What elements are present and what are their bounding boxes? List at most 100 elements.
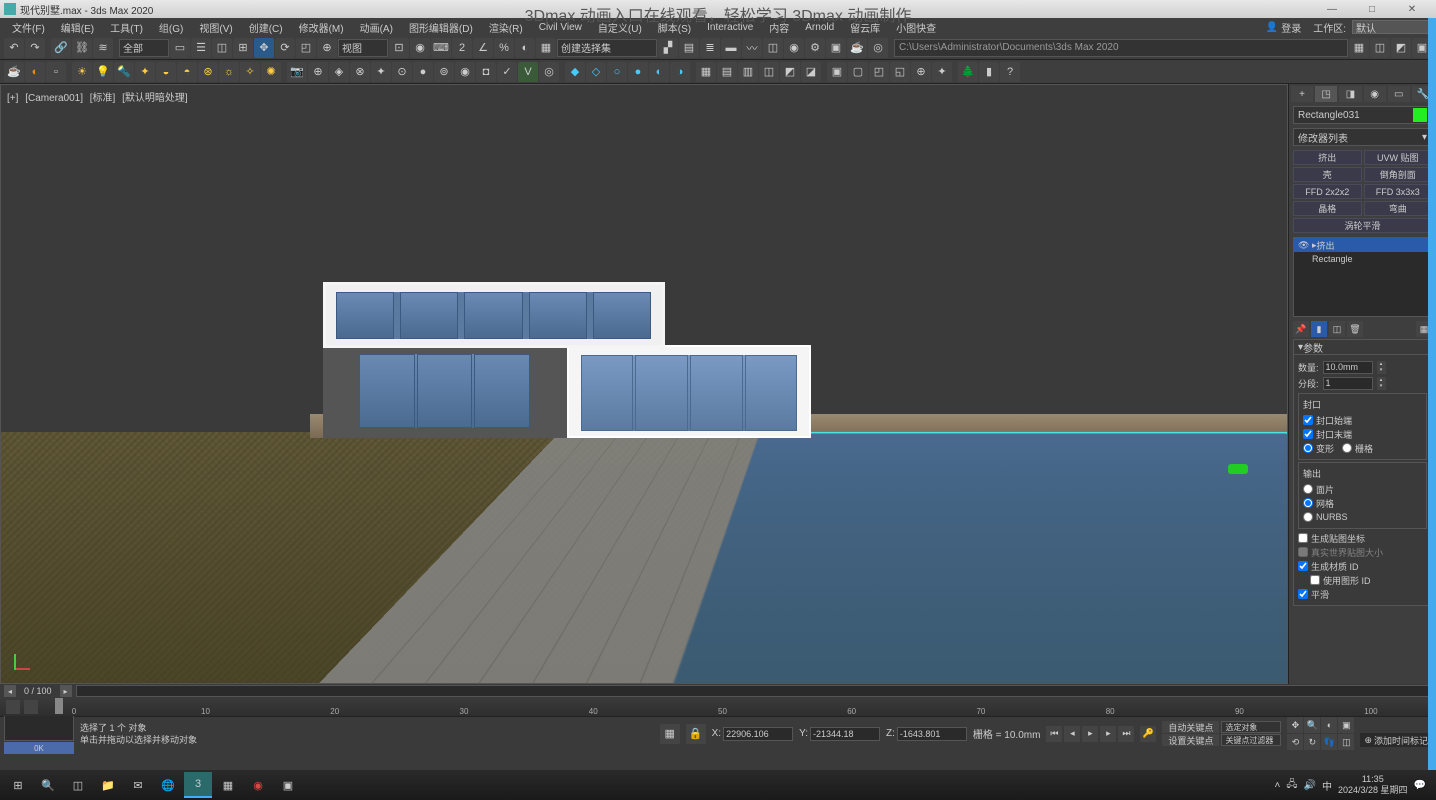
grid-radio[interactable] [1342, 443, 1352, 453]
plus-icon[interactable]: ⊕ [911, 62, 931, 82]
key-mode-button[interactable]: 🔑 [1140, 726, 1156, 742]
notifications-button[interactable]: 💬 [1414, 780, 1426, 791]
link-button[interactable]: 🔗 [51, 38, 71, 58]
scale-button[interactable]: ◰ [296, 38, 316, 58]
play-button[interactable]: ▸ [1082, 726, 1098, 742]
mod-bevel[interactable]: 倒角剖面 [1364, 167, 1433, 182]
menu-animation[interactable]: 动画(A) [352, 20, 401, 35]
align-button[interactable]: ▤ [679, 38, 699, 58]
menu-file[interactable]: 文件(F) [4, 20, 53, 35]
redo-button[interactable]: ↷ [25, 38, 45, 58]
app3-task[interactable]: ▣ [274, 772, 302, 798]
percent-snap-button[interactable]: % [494, 38, 514, 58]
timeline-cfg1[interactable] [6, 700, 20, 714]
ref-coord-dropdown[interactable]: 视图 [338, 39, 388, 57]
curve-editor-button[interactable]: 〰 [742, 38, 762, 58]
app1-task[interactable]: ▦ [214, 772, 242, 798]
coord-y-input[interactable]: -21344.18 [810, 727, 880, 741]
multi-icon[interactable]: ⊚ [434, 62, 454, 82]
render-setup-button[interactable]: ⚙ [805, 38, 825, 58]
tree-icon[interactable]: 🌲 [958, 62, 978, 82]
view4-icon[interactable]: ◱ [890, 62, 910, 82]
toggle-ribbon-button[interactable]: ▬ [721, 38, 741, 58]
mail-button[interactable]: ✉ [124, 772, 152, 798]
browser-button[interactable]: 🌐 [154, 772, 182, 798]
cyan2-icon[interactable]: ◇ [586, 62, 606, 82]
grid6-icon[interactable]: ◪ [801, 62, 821, 82]
render-button[interactable]: ☕ [847, 38, 867, 58]
path-btn1[interactable]: ▦ [1349, 38, 1369, 58]
fov-button[interactable]: ◐ [1321, 717, 1337, 733]
snap-button[interactable]: 2 [452, 38, 472, 58]
login-button[interactable]: 👤登录 [1260, 20, 1307, 35]
key-filter-dropdown[interactable]: 关键点过滤器 [1221, 734, 1281, 746]
path-btn3[interactable]: ◩ [1391, 38, 1411, 58]
workspace-dropdown[interactable] [1352, 20, 1432, 34]
sky-icon[interactable]: ☼ [219, 62, 239, 82]
start-button[interactable]: ⊞ [4, 772, 32, 798]
amount-spinner[interactable]: 10.0mm [1323, 361, 1373, 374]
menu-group[interactable]: 组(G) [151, 20, 191, 35]
spinner-snap-button[interactable]: ◐ [515, 38, 535, 58]
mod-bend[interactable]: 弯曲 [1364, 201, 1433, 216]
pivot-button[interactable]: ⊡ [389, 38, 409, 58]
goto-end-button[interactable]: ⏭ [1118, 726, 1134, 742]
timeline-left-button[interactable]: ◂ [4, 685, 16, 697]
mod-ffd3[interactable]: FFD 3x3x3 [1364, 184, 1433, 199]
mod-turbosmooth[interactable]: 涡轮平滑 [1293, 218, 1432, 233]
photo-icon[interactable]: ⊛ [198, 62, 218, 82]
tray-net-icon[interactable]: 🖧 [1286, 777, 1297, 794]
dir-icon[interactable]: ◒ [156, 62, 176, 82]
tab-create[interactable]: + [1291, 86, 1313, 102]
tray-ime[interactable]: 中 [1322, 778, 1332, 793]
select-button[interactable]: ▭ [170, 38, 190, 58]
check-icon[interactable]: ✓ [497, 62, 517, 82]
rollout-params-header[interactable]: ▾ 参数 [1293, 339, 1432, 355]
tab-hierarchy[interactable]: ◨ [1339, 86, 1361, 102]
nurbs-radio[interactable] [1303, 512, 1313, 522]
cyan1-icon[interactable]: ◆ [565, 62, 585, 82]
helper-icon[interactable]: ⊕ [308, 62, 328, 82]
schematic-button[interactable]: ◫ [763, 38, 783, 58]
modifier-list-dropdown[interactable]: 修改器列表▾ [1293, 128, 1432, 146]
mod-lattice[interactable]: 晶格 [1293, 201, 1362, 216]
cyan6-icon[interactable]: ◑ [670, 62, 690, 82]
unique-button[interactable]: ◫ [1329, 321, 1345, 337]
light2-icon[interactable]: ✺ [261, 62, 281, 82]
tray-vol-icon[interactable]: 🔊 [1304, 780, 1316, 791]
tab-modify[interactable]: ◳ [1315, 86, 1337, 102]
lock-button[interactable]: 🔒 [686, 724, 706, 744]
window-cross-button[interactable]: ⊞ [233, 38, 253, 58]
taskbar-clock[interactable]: 11:35 2024/3/28 星期四 [1338, 774, 1408, 796]
gen-map-checkbox[interactable] [1298, 533, 1308, 543]
tab-motion[interactable]: ◉ [1364, 86, 1386, 102]
menu-view[interactable]: 视图(V) [191, 20, 240, 35]
sun-icon[interactable]: ☀ [72, 62, 92, 82]
stack-item-extrude[interactable]: 👁▸ 挤出 [1294, 238, 1431, 252]
mesh-radio[interactable] [1303, 498, 1313, 508]
explorer-button[interactable]: 📁 [94, 772, 122, 798]
move-button[interactable]: ✥ [254, 38, 274, 58]
bulb-icon[interactable]: 💡 [93, 62, 113, 82]
patch-radio[interactable] [1303, 484, 1313, 494]
sphere-icon[interactable]: ● [413, 62, 433, 82]
set-key-button[interactable]: 设置关键点 [1162, 734, 1219, 746]
manip-button[interactable]: ◉ [410, 38, 430, 58]
rotate-button[interactable]: ⟳ [275, 38, 295, 58]
system-tray[interactable]: ˄ 🖧 🔊 中 11:35 2024/3/28 星期四 💬 [1269, 774, 1432, 796]
object-color-swatch[interactable] [1413, 108, 1427, 122]
show-end-button[interactable]: ▮ [1311, 321, 1327, 337]
menu-modifiers[interactable]: 修改器(M) [291, 20, 352, 35]
unlink-button[interactable]: ⛓ [72, 38, 92, 58]
project-path[interactable]: C:\Users\Administrator\Documents\3ds Max… [894, 39, 1348, 57]
mod-shell[interactable]: 壳 [1293, 167, 1362, 182]
orbit-button[interactable]: ⟲ [1287, 734, 1303, 750]
area-icon[interactable]: ◓ [177, 62, 197, 82]
viewport[interactable] [1, 85, 1287, 683]
search-button[interactable]: 🔍 [34, 772, 62, 798]
close-button[interactable]: ✕ [1392, 0, 1432, 18]
keyboard-button[interactable]: ⌨ [431, 38, 451, 58]
spot-icon[interactable]: 🔦 [114, 62, 134, 82]
smooth-checkbox[interactable] [1298, 589, 1308, 599]
isolate-button[interactable]: ▦ [660, 724, 680, 744]
